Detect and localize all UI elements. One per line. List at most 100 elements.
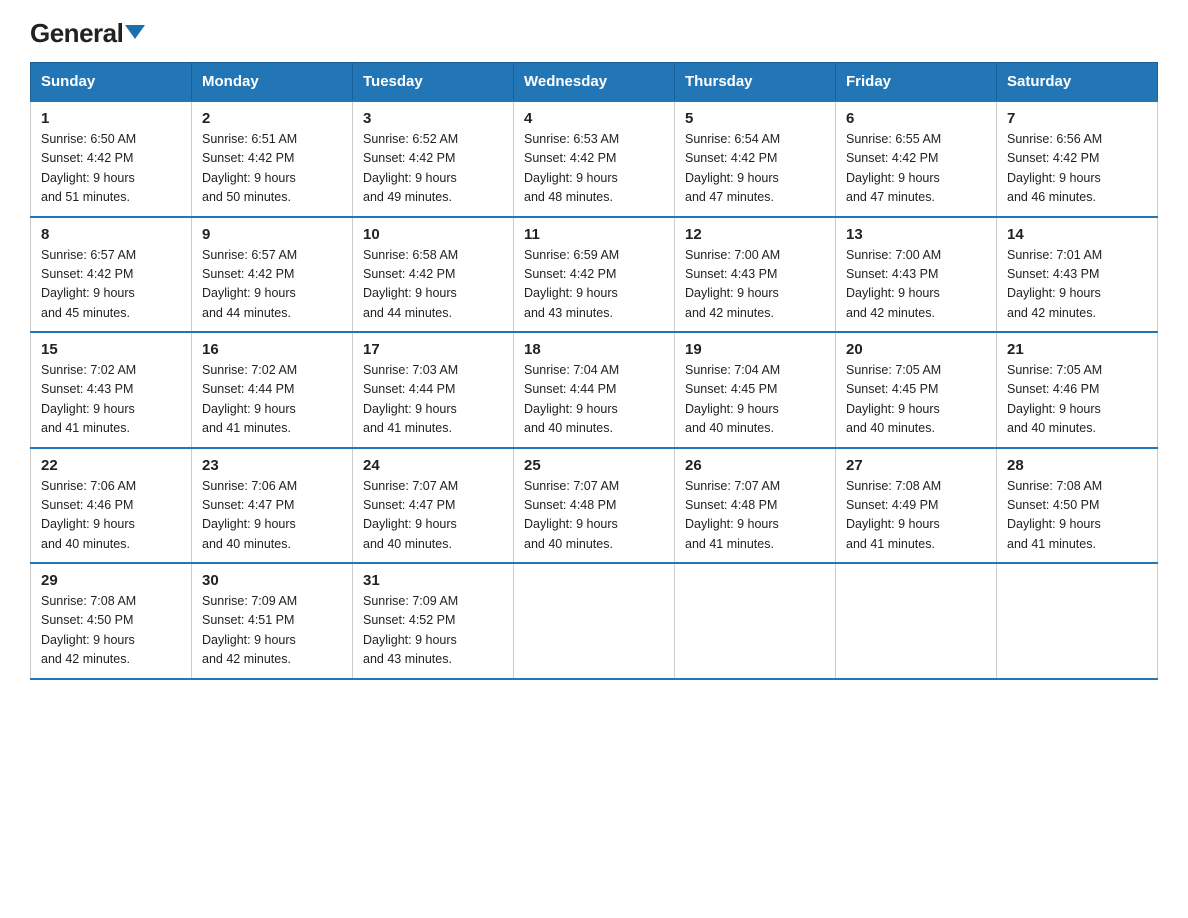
day-info: Sunrise: 7:08 AMSunset: 4:49 PMDaylight:… bbox=[846, 479, 941, 551]
day-info: Sunrise: 6:55 AMSunset: 4:42 PMDaylight:… bbox=[846, 132, 941, 204]
calendar-cell: 24 Sunrise: 7:07 AMSunset: 4:47 PMDaylig… bbox=[353, 448, 514, 564]
calendar-cell: 10 Sunrise: 6:58 AMSunset: 4:42 PMDaylig… bbox=[353, 217, 514, 333]
day-info: Sunrise: 6:53 AMSunset: 4:42 PMDaylight:… bbox=[524, 132, 619, 204]
calendar-cell: 7 Sunrise: 6:56 AMSunset: 4:42 PMDayligh… bbox=[997, 101, 1158, 217]
calendar-cell: 25 Sunrise: 7:07 AMSunset: 4:48 PMDaylig… bbox=[514, 448, 675, 564]
calendar-cell: 2 Sunrise: 6:51 AMSunset: 4:42 PMDayligh… bbox=[192, 101, 353, 217]
day-number: 27 bbox=[846, 457, 986, 474]
day-number: 18 bbox=[524, 341, 664, 358]
calendar-cell: 1 Sunrise: 6:50 AMSunset: 4:42 PMDayligh… bbox=[31, 101, 192, 217]
header-sunday: Sunday bbox=[31, 63, 192, 102]
day-number: 13 bbox=[846, 226, 986, 243]
day-number: 30 bbox=[202, 572, 342, 589]
calendar-week-row: 15 Sunrise: 7:02 AMSunset: 4:43 PMDaylig… bbox=[31, 332, 1158, 448]
day-info: Sunrise: 6:57 AMSunset: 4:42 PMDaylight:… bbox=[41, 248, 136, 320]
calendar-cell: 9 Sunrise: 6:57 AMSunset: 4:42 PMDayligh… bbox=[192, 217, 353, 333]
day-info: Sunrise: 7:01 AMSunset: 4:43 PMDaylight:… bbox=[1007, 248, 1102, 320]
day-info: Sunrise: 7:03 AMSunset: 4:44 PMDaylight:… bbox=[363, 363, 458, 435]
logo: General bbox=[30, 20, 145, 44]
day-number: 17 bbox=[363, 341, 503, 358]
day-info: Sunrise: 7:02 AMSunset: 4:43 PMDaylight:… bbox=[41, 363, 136, 435]
calendar-header-row: SundayMondayTuesdayWednesdayThursdayFrid… bbox=[31, 63, 1158, 102]
day-info: Sunrise: 7:00 AMSunset: 4:43 PMDaylight:… bbox=[846, 248, 941, 320]
day-number: 14 bbox=[1007, 226, 1147, 243]
day-info: Sunrise: 7:09 AMSunset: 4:51 PMDaylight:… bbox=[202, 594, 297, 666]
day-number: 20 bbox=[846, 341, 986, 358]
day-number: 26 bbox=[685, 457, 825, 474]
calendar-cell: 31 Sunrise: 7:09 AMSunset: 4:52 PMDaylig… bbox=[353, 563, 514, 679]
day-number: 23 bbox=[202, 457, 342, 474]
calendar-week-row: 8 Sunrise: 6:57 AMSunset: 4:42 PMDayligh… bbox=[31, 217, 1158, 333]
day-number: 1 bbox=[41, 110, 181, 127]
day-info: Sunrise: 6:51 AMSunset: 4:42 PMDaylight:… bbox=[202, 132, 297, 204]
day-info: Sunrise: 7:02 AMSunset: 4:44 PMDaylight:… bbox=[202, 363, 297, 435]
day-info: Sunrise: 7:00 AMSunset: 4:43 PMDaylight:… bbox=[685, 248, 780, 320]
day-number: 8 bbox=[41, 226, 181, 243]
day-info: Sunrise: 7:07 AMSunset: 4:47 PMDaylight:… bbox=[363, 479, 458, 551]
day-info: Sunrise: 6:50 AMSunset: 4:42 PMDaylight:… bbox=[41, 132, 136, 204]
day-info: Sunrise: 7:05 AMSunset: 4:46 PMDaylight:… bbox=[1007, 363, 1102, 435]
day-number: 22 bbox=[41, 457, 181, 474]
day-info: Sunrise: 7:04 AMSunset: 4:44 PMDaylight:… bbox=[524, 363, 619, 435]
calendar-cell: 17 Sunrise: 7:03 AMSunset: 4:44 PMDaylig… bbox=[353, 332, 514, 448]
day-info: Sunrise: 7:07 AMSunset: 4:48 PMDaylight:… bbox=[524, 479, 619, 551]
day-number: 24 bbox=[363, 457, 503, 474]
day-number: 3 bbox=[363, 110, 503, 127]
day-info: Sunrise: 6:56 AMSunset: 4:42 PMDaylight:… bbox=[1007, 132, 1102, 204]
header-tuesday: Tuesday bbox=[353, 63, 514, 102]
calendar-cell: 18 Sunrise: 7:04 AMSunset: 4:44 PMDaylig… bbox=[514, 332, 675, 448]
day-number: 21 bbox=[1007, 341, 1147, 358]
calendar-cell bbox=[836, 563, 997, 679]
day-number: 31 bbox=[363, 572, 503, 589]
calendar-cell: 15 Sunrise: 7:02 AMSunset: 4:43 PMDaylig… bbox=[31, 332, 192, 448]
day-info: Sunrise: 7:09 AMSunset: 4:52 PMDaylight:… bbox=[363, 594, 458, 666]
calendar-cell: 8 Sunrise: 6:57 AMSunset: 4:42 PMDayligh… bbox=[31, 217, 192, 333]
day-number: 5 bbox=[685, 110, 825, 127]
day-info: Sunrise: 6:52 AMSunset: 4:42 PMDaylight:… bbox=[363, 132, 458, 204]
calendar-cell: 13 Sunrise: 7:00 AMSunset: 4:43 PMDaylig… bbox=[836, 217, 997, 333]
header-wednesday: Wednesday bbox=[514, 63, 675, 102]
calendar-cell: 3 Sunrise: 6:52 AMSunset: 4:42 PMDayligh… bbox=[353, 101, 514, 217]
calendar-cell: 20 Sunrise: 7:05 AMSunset: 4:45 PMDaylig… bbox=[836, 332, 997, 448]
calendar-cell bbox=[675, 563, 836, 679]
day-number: 10 bbox=[363, 226, 503, 243]
header-monday: Monday bbox=[192, 63, 353, 102]
calendar-cell: 14 Sunrise: 7:01 AMSunset: 4:43 PMDaylig… bbox=[997, 217, 1158, 333]
day-number: 7 bbox=[1007, 110, 1147, 127]
calendar-cell bbox=[997, 563, 1158, 679]
calendar-cell: 30 Sunrise: 7:09 AMSunset: 4:51 PMDaylig… bbox=[192, 563, 353, 679]
calendar-week-row: 1 Sunrise: 6:50 AMSunset: 4:42 PMDayligh… bbox=[31, 101, 1158, 217]
calendar-cell: 5 Sunrise: 6:54 AMSunset: 4:42 PMDayligh… bbox=[675, 101, 836, 217]
calendar-week-row: 29 Sunrise: 7:08 AMSunset: 4:50 PMDaylig… bbox=[31, 563, 1158, 679]
day-number: 2 bbox=[202, 110, 342, 127]
logo-triangle-icon bbox=[125, 25, 145, 39]
calendar-cell: 6 Sunrise: 6:55 AMSunset: 4:42 PMDayligh… bbox=[836, 101, 997, 217]
day-info: Sunrise: 6:58 AMSunset: 4:42 PMDaylight:… bbox=[363, 248, 458, 320]
day-info: Sunrise: 7:05 AMSunset: 4:45 PMDaylight:… bbox=[846, 363, 941, 435]
day-info: Sunrise: 6:57 AMSunset: 4:42 PMDaylight:… bbox=[202, 248, 297, 320]
calendar-cell: 27 Sunrise: 7:08 AMSunset: 4:49 PMDaylig… bbox=[836, 448, 997, 564]
day-number: 15 bbox=[41, 341, 181, 358]
calendar-cell: 12 Sunrise: 7:00 AMSunset: 4:43 PMDaylig… bbox=[675, 217, 836, 333]
header-saturday: Saturday bbox=[997, 63, 1158, 102]
day-info: Sunrise: 7:06 AMSunset: 4:47 PMDaylight:… bbox=[202, 479, 297, 551]
calendar-cell: 21 Sunrise: 7:05 AMSunset: 4:46 PMDaylig… bbox=[997, 332, 1158, 448]
day-number: 29 bbox=[41, 572, 181, 589]
calendar-cell: 23 Sunrise: 7:06 AMSunset: 4:47 PMDaylig… bbox=[192, 448, 353, 564]
logo-top: General bbox=[30, 20, 145, 46]
calendar-cell: 19 Sunrise: 7:04 AMSunset: 4:45 PMDaylig… bbox=[675, 332, 836, 448]
day-number: 28 bbox=[1007, 457, 1147, 474]
day-info: Sunrise: 6:59 AMSunset: 4:42 PMDaylight:… bbox=[524, 248, 619, 320]
day-info: Sunrise: 7:04 AMSunset: 4:45 PMDaylight:… bbox=[685, 363, 780, 435]
day-number: 4 bbox=[524, 110, 664, 127]
calendar-cell: 29 Sunrise: 7:08 AMSunset: 4:50 PMDaylig… bbox=[31, 563, 192, 679]
day-number: 19 bbox=[685, 341, 825, 358]
day-info: Sunrise: 7:08 AMSunset: 4:50 PMDaylight:… bbox=[41, 594, 136, 666]
calendar-cell bbox=[514, 563, 675, 679]
calendar-week-row: 22 Sunrise: 7:06 AMSunset: 4:46 PMDaylig… bbox=[31, 448, 1158, 564]
day-number: 11 bbox=[524, 226, 664, 243]
calendar-cell: 26 Sunrise: 7:07 AMSunset: 4:48 PMDaylig… bbox=[675, 448, 836, 564]
calendar-cell: 28 Sunrise: 7:08 AMSunset: 4:50 PMDaylig… bbox=[997, 448, 1158, 564]
page-header: General bbox=[30, 20, 1158, 44]
header-friday: Friday bbox=[836, 63, 997, 102]
